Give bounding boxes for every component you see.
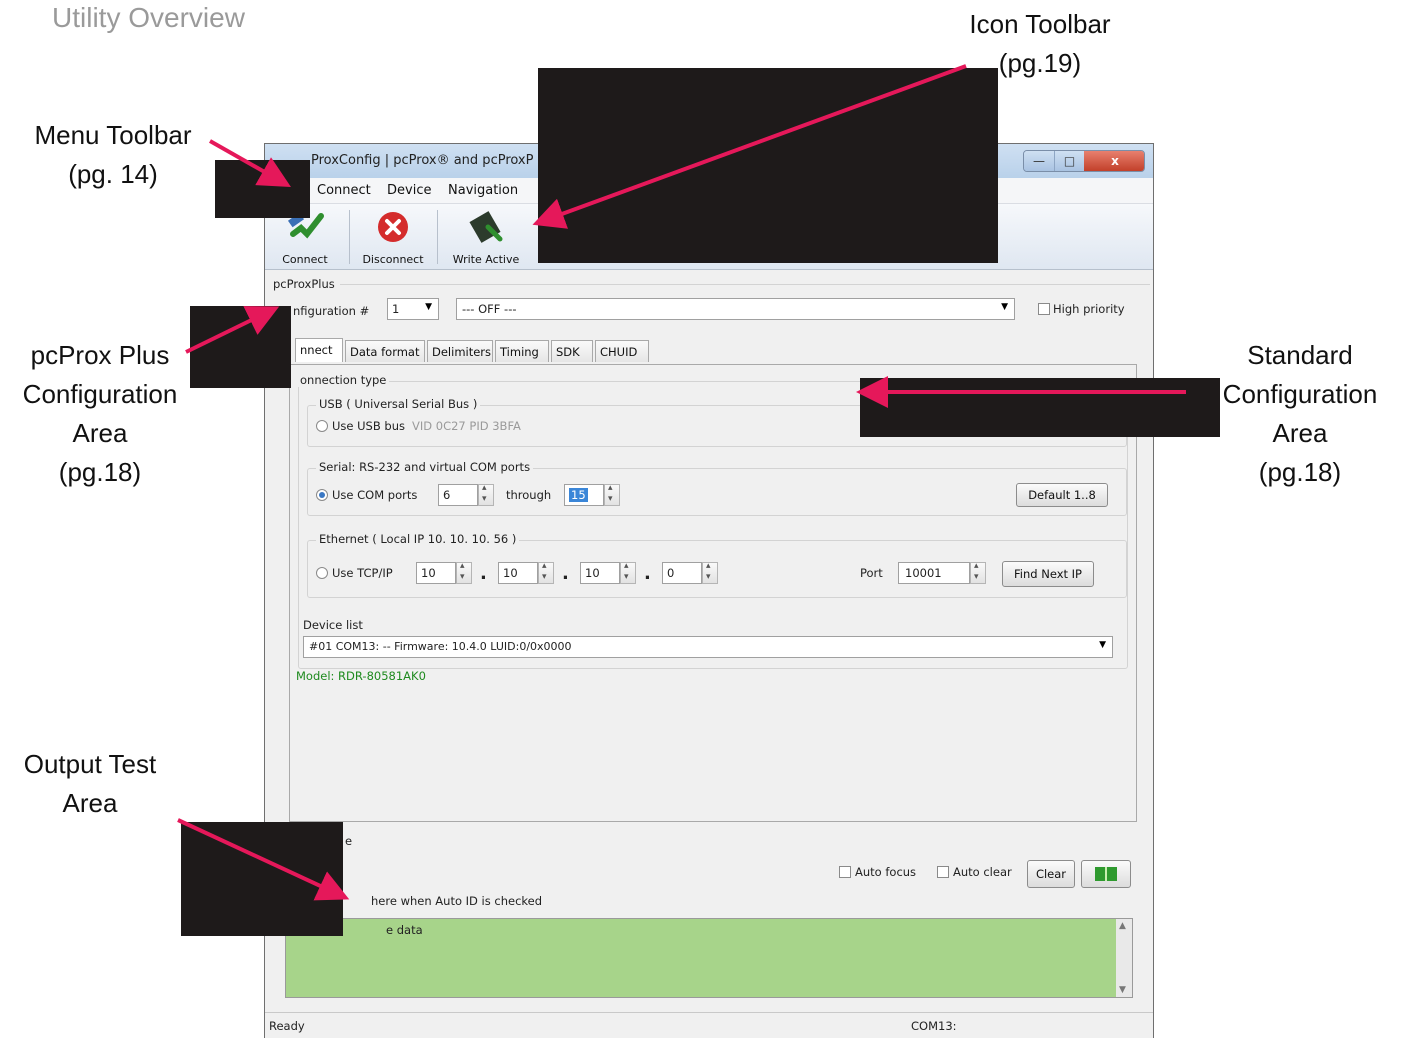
arrow-output-test: [177, 818, 350, 901]
arrow-icon-toolbar: [532, 64, 967, 229]
arrow-menu-toolbar: [209, 139, 291, 187]
arrow-pcprox-config: [185, 306, 280, 354]
callout-arrows: [177, 64, 1186, 901]
